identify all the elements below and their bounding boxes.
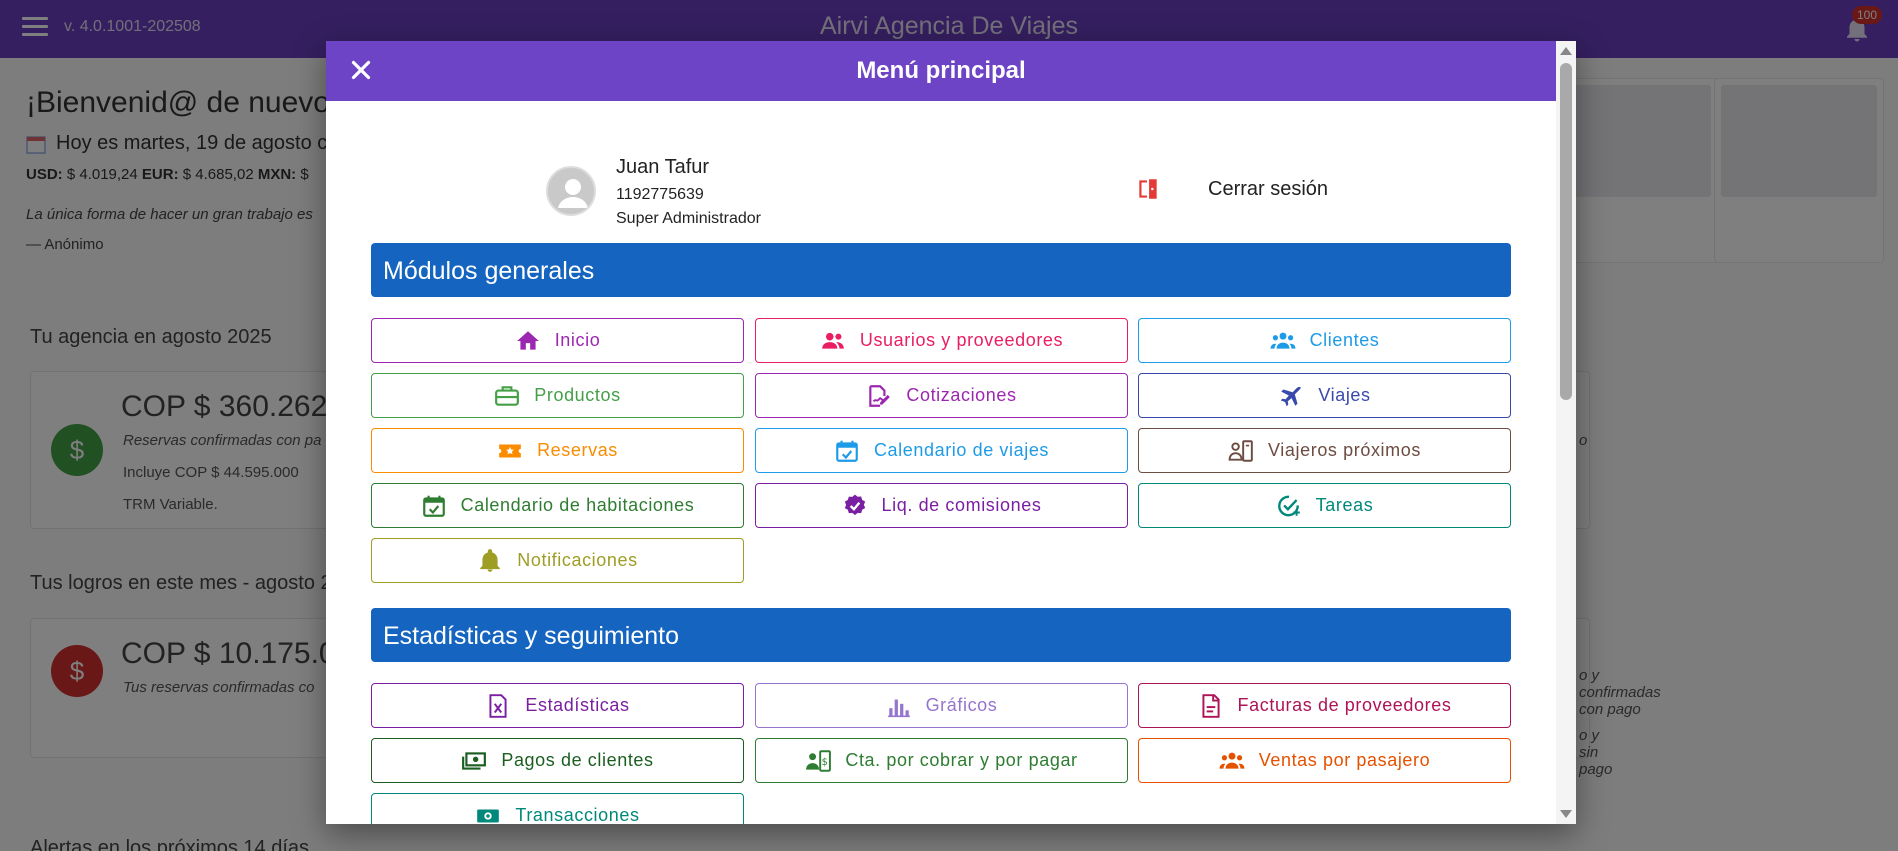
user-role: Super Administrador	[616, 210, 761, 227]
task-check-icon	[1277, 495, 1300, 516]
dialog-scrollbar[interactable]	[1556, 41, 1576, 824]
menu-button-label: Tareas	[1315, 495, 1374, 515]
menu-button-usuarios-y-proveedores[interactable]: Usuarios y proveedores	[755, 318, 1128, 363]
user-id: 1192775639	[616, 186, 704, 203]
verified-icon	[844, 494, 865, 515]
menu-button-liq-de-comisiones[interactable]: Liq. de comisiones	[755, 483, 1128, 528]
menu-button-label: Transacciones	[515, 805, 640, 824]
menu-button-clientes[interactable]: Clientes	[1138, 318, 1511, 363]
group-icon	[1270, 332, 1296, 349]
menu-button-reservas[interactable]: Reservas	[371, 428, 744, 473]
menu-button-label: Facturas de proveedores	[1237, 695, 1452, 715]
scroll-thumb[interactable]	[1560, 63, 1572, 400]
spreadsheet-icon	[489, 693, 507, 718]
users-icon	[822, 332, 844, 349]
scroll-down-icon[interactable]	[1560, 810, 1572, 818]
menu-button-inicio[interactable]: Inicio	[371, 318, 744, 363]
svg-text:$: $	[822, 756, 829, 767]
section-statistics: Estadísticas y seguimiento	[371, 608, 1511, 662]
menu-button-label: Viajes	[1318, 385, 1371, 405]
menu-button-calendario-de-habitaciones[interactable]: Calendario de habitaciones	[371, 483, 744, 528]
home-icon	[516, 330, 539, 350]
calendar-check-icon	[422, 495, 445, 517]
logout-label: Cerrar sesión	[1208, 177, 1329, 200]
menu-button-label: Pagos de clientes	[501, 750, 654, 770]
main-menu-dialog: Menú principal Juan Tafur 1192775639 Sup…	[326, 41, 1576, 824]
menu-button-calendario-de-viajes[interactable]: Calendario de viajes	[755, 428, 1128, 473]
menu-button-label: Inicio	[554, 330, 601, 350]
dialog-title: Menú principal	[856, 57, 1026, 84]
dialog-header: Menú principal	[326, 41, 1556, 101]
avatar	[546, 166, 596, 216]
menu-button-label: Viajeros próximos	[1268, 440, 1421, 460]
money-icon	[462, 751, 487, 770]
menu-button-label: Reservas	[537, 440, 618, 460]
menu-button-label: Calendario de viajes	[873, 440, 1050, 460]
menu-button-label: Notificaciones	[517, 550, 638, 570]
menu-button-label: Productos	[534, 385, 621, 405]
briefcase-icon	[495, 385, 520, 406]
menu-button-label: Liq. de comisiones	[881, 495, 1042, 515]
menu-button-label: Cotizaciones	[906, 385, 1017, 405]
logout-button[interactable]: Cerrar sesión	[1134, 176, 1328, 202]
bar-chart-icon	[887, 699, 910, 717]
menu-button-label: Usuarios y proveedores	[859, 330, 1064, 350]
menu-button-estadisticas[interactable]: Estadísticas	[371, 683, 744, 728]
user-icon	[558, 179, 588, 208]
menu-button-tareas[interactable]: Tareas	[1138, 483, 1511, 528]
cash-icon	[477, 809, 500, 822]
menu-button-graficos[interactable]: Gráficos	[755, 683, 1128, 728]
menu-button-viajes[interactable]: Viajes	[1138, 373, 1511, 418]
door-exit-icon	[1139, 179, 1157, 199]
menu-button-transacciones[interactable]: Transacciones	[371, 793, 744, 824]
menu-button-cta-por-cobrar-y-por-pagar[interactable]: $ Cta. por cobrar y por pagar	[755, 738, 1128, 783]
plane-icon	[1281, 386, 1302, 406]
menu-button-label: Gráficos	[925, 695, 998, 715]
menu-button-facturas-de-proveedores[interactable]: Facturas de proveedores	[1138, 683, 1511, 728]
menu-button-label: Calendario de habitaciones	[460, 495, 695, 515]
menu-button-label: Ventas por pasajero	[1258, 750, 1431, 770]
section-general-modules: Módulos generales	[371, 243, 1511, 297]
group-icon	[1219, 752, 1245, 769]
menu-button-productos[interactable]: Productos	[371, 373, 744, 418]
id-card-icon	[1228, 439, 1253, 462]
scroll-up-icon[interactable]	[1560, 47, 1572, 55]
menu-button-ventas-por-pasajero[interactable]: Ventas por pasajero	[1138, 738, 1511, 783]
menu-button-label: Cta. por cobrar y por pagar	[845, 750, 1078, 770]
menu-button-pagos-de-clientes[interactable]: Pagos de clientes	[371, 738, 744, 783]
menu-button-label: Clientes	[1309, 330, 1380, 350]
menu-button-label: Estadísticas	[525, 695, 630, 715]
menu-button-notificaciones[interactable]: Notificaciones	[371, 538, 744, 583]
user-name: Juan Tafur	[616, 156, 710, 178]
ticket-icon	[499, 444, 521, 457]
signature-icon	[869, 384, 891, 407]
document-icon	[1201, 693, 1220, 718]
menu-button-cotizaciones[interactable]: Cotizaciones	[755, 373, 1128, 418]
contact-money-icon: $	[806, 749, 832, 772]
menu-button-viajeros-proximos[interactable]: Viajeros próximos	[1138, 428, 1511, 473]
calendar-check-icon	[836, 440, 858, 462]
bell-icon	[480, 548, 501, 572]
